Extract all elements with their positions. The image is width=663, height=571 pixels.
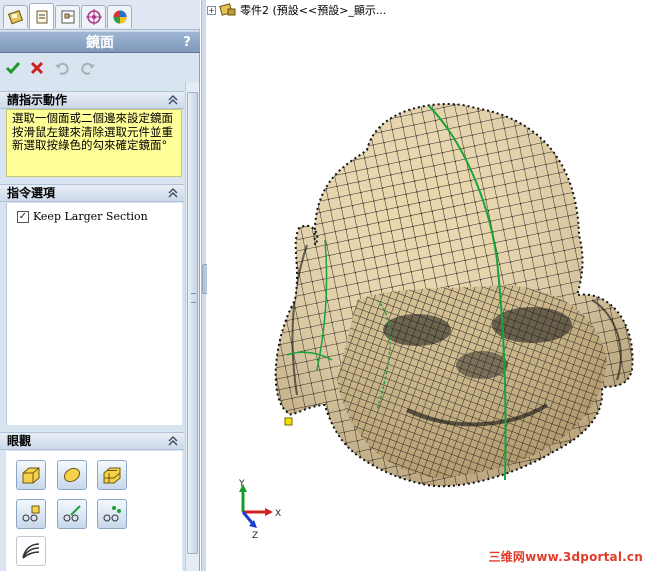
property-manager-title-bar: 鏡面 ?: [0, 31, 200, 53]
keep-larger-section-label: Keep Larger Section: [33, 210, 148, 223]
redo-icon: [81, 62, 95, 75]
message-box: 選取一個面或二個邊來設定鏡面按滑鼠左鍵來清除選取元件並重新選取按綠色的勾來確定鏡…: [6, 109, 182, 177]
feature-manager-icon: [7, 9, 23, 25]
cancel-x-icon: [30, 61, 44, 75]
reference-triad: Y X Z: [238, 479, 281, 541]
graphics-area[interactable]: + 零件2 (預設<<預設>_顯示... Y X Z 三维网www.3dport…: [207, 0, 663, 571]
target-icon: [85, 9, 102, 25]
ok-check-icon: [5, 62, 21, 75]
surface-points-icon: [103, 506, 121, 522]
undo-button[interactable]: [52, 58, 72, 78]
mesh-icon: [103, 467, 121, 484]
vertex-points-icon: [22, 505, 40, 522]
curvature-icon: [22, 543, 40, 559]
vertex-points-button[interactable]: [16, 499, 46, 529]
shaded-icon: [22, 467, 40, 484]
keep-larger-section-option[interactable]: ✓ Keep Larger Section: [17, 210, 148, 223]
page-title: 鏡面: [86, 35, 114, 51]
appearance-icon: [113, 10, 126, 24]
feature-manager-tab[interactable]: [3, 5, 28, 28]
redo-button[interactable]: [78, 58, 98, 78]
smooth-view-button[interactable]: [57, 460, 87, 490]
cancel-button[interactable]: [27, 58, 47, 78]
collapse-icon[interactable]: [167, 94, 179, 106]
mesh-view-button[interactable]: [97, 460, 127, 490]
surface-points-button[interactable]: [97, 499, 127, 529]
property-manager-icon: [36, 10, 47, 23]
dimxpert-manager-tab[interactable]: [81, 5, 106, 28]
undo-icon: [55, 62, 69, 75]
property-manager-tab[interactable]: [29, 3, 54, 29]
configuration-manager-tab[interactable]: [55, 5, 80, 28]
options-group-title: 指令選項: [7, 186, 56, 200]
view-group-header[interactable]: 眼觀: [0, 432, 184, 450]
edge-points-button[interactable]: [57, 499, 87, 529]
smooth-icon: [63, 467, 81, 483]
collapse-icon[interactable]: [167, 187, 179, 199]
ok-button[interactable]: [3, 58, 23, 78]
collapse-icon[interactable]: [167, 435, 179, 447]
help-button[interactable]: ?: [180, 32, 194, 54]
mesh-head-model[interactable]: Y X Z: [207, 0, 663, 571]
options-panel: ✓ Keep Larger Section: [6, 203, 182, 425]
property-manager-scrollbar[interactable]: [185, 82, 199, 571]
keep-larger-section-checkbox[interactable]: ✓: [17, 210, 29, 223]
display-manager-tab[interactable]: [107, 5, 132, 28]
axis-z-label: Z: [252, 531, 258, 541]
axis-y-label: Y: [238, 479, 245, 489]
options-group-header[interactable]: 指令選項: [0, 184, 184, 202]
configuration-manager-icon: [61, 10, 74, 24]
scroll-thumb[interactable]: [187, 92, 198, 554]
shaded-view-button[interactable]: [16, 460, 46, 490]
axis-x-label: X: [275, 509, 281, 519]
site-watermark: 三维网www.3dportal.cn: [488, 550, 643, 564]
panel-splitter[interactable]: [201, 0, 209, 571]
selected-vertex-marker: [284, 417, 293, 426]
action-bar: [0, 54, 200, 82]
curvature-view-button[interactable]: [16, 536, 46, 566]
property-manager-panel: 鏡面 ? 請指示動作 選取一個面或二個邊來設定鏡面按滑鼠左鍵來清除選取元件並重新…: [0, 0, 200, 571]
message-group-title: 請指示動作: [7, 93, 68, 107]
manager-tab-strip: [0, 0, 200, 30]
message-text: 選取一個面或二個邊來設定鏡面按滑鼠左鍵來清除選取元件並重新選取按綠色的勾來確定鏡…: [12, 111, 173, 152]
message-group-header[interactable]: 請指示動作: [0, 91, 184, 109]
view-panel: [6, 451, 182, 571]
edge-points-icon: [63, 505, 81, 522]
grip-icon: [191, 293, 196, 303]
view-group-title: 眼觀: [7, 434, 32, 448]
